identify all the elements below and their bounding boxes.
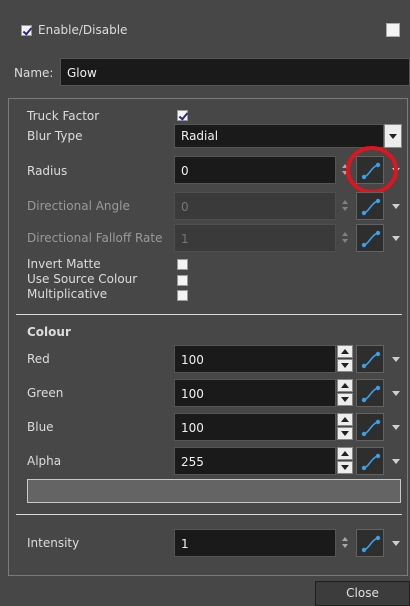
red-circle-annotation (346, 146, 398, 194)
intensity-field[interactable]: 1 (174, 529, 336, 557)
intensity-label: Intensity (27, 536, 80, 550)
use-source-colour-checkbox[interactable] (177, 275, 188, 286)
close-button[interactable]: Close (315, 581, 410, 606)
alpha-field[interactable]: 255 (174, 447, 336, 475)
alpha-label: Alpha (27, 454, 62, 468)
alpha-menu-arrow-icon[interactable] (392, 459, 400, 464)
blue-menu-arrow-icon[interactable] (392, 425, 400, 430)
directional-falloff-rate-field: 1 (174, 224, 336, 252)
blur-type-label: Blur Type (27, 129, 83, 143)
node-color-swatch[interactable] (386, 23, 400, 37)
alpha-function-curve-button[interactable] (356, 447, 384, 475)
multiplicative-label: Multiplicative (27, 287, 108, 301)
multiplicative-checkbox[interactable] (177, 290, 188, 301)
red-spinner[interactable] (336, 345, 354, 373)
invert-matte-checkbox[interactable] (177, 259, 188, 270)
green-menu-arrow-icon[interactable] (392, 391, 400, 396)
red-function-curve-button[interactable] (356, 345, 384, 373)
divider (16, 514, 402, 515)
colour-heading: Colour (27, 325, 71, 339)
directional-angle-field: 0 (174, 192, 336, 220)
invert-matte-label: Invert Matte (27, 257, 101, 271)
intensity-function-curve-button[interactable] (356, 529, 384, 557)
directional-angle-menu-arrow-icon[interactable] (392, 204, 400, 209)
blue-field[interactable]: 100 (174, 413, 336, 441)
green-field[interactable]: 100 (174, 379, 336, 407)
green-label: Green (27, 386, 64, 400)
colour-swatch[interactable] (27, 479, 401, 503)
function-curve-icon (361, 198, 381, 216)
red-label: Red (27, 352, 50, 366)
name-field[interactable]: Glow (60, 58, 410, 86)
alpha-spinner[interactable] (336, 447, 354, 475)
function-curve-icon (361, 230, 381, 248)
red-menu-arrow-icon[interactable] (392, 357, 400, 362)
green-spinner[interactable] (336, 379, 354, 407)
enable-disable-label: Enable/Disable (38, 23, 128, 37)
directional-falloff-rate-menu-arrow-icon[interactable] (392, 236, 400, 241)
function-curve-icon (361, 535, 381, 553)
name-label: Name: (14, 66, 54, 80)
directional-angle-label: Directional Angle (27, 199, 130, 213)
glow-properties-dialog: { "header": { "enable_label": "Enable/Di… (0, 0, 410, 606)
directional-angle-spinner (340, 199, 350, 213)
radius-field[interactable]: 0 (174, 156, 336, 184)
truck-factor-label: Truck Factor (27, 109, 100, 123)
directional-falloff-rate-spinner (340, 231, 350, 245)
blue-function-curve-button[interactable] (356, 413, 384, 441)
function-curve-icon (361, 385, 381, 403)
radius-label: Radius (27, 164, 68, 178)
directional-falloff-rate-function-curve-button[interactable] (356, 224, 384, 252)
function-curve-icon (361, 419, 381, 437)
directional-falloff-rate-label: Directional Falloff Rate (27, 231, 163, 245)
truck-factor-checkbox[interactable] (177, 110, 188, 121)
divider (16, 314, 402, 315)
function-curve-icon (361, 351, 381, 369)
chevron-down-icon (389, 134, 397, 139)
enable-disable-checkbox[interactable] (21, 25, 32, 36)
use-source-colour-label: Use Source Colour (27, 272, 138, 286)
directional-angle-function-curve-button[interactable] (356, 192, 384, 220)
intensity-menu-arrow-icon[interactable] (392, 541, 400, 546)
function-curve-icon (361, 453, 381, 471)
intensity-spinner[interactable] (340, 536, 350, 550)
blue-label: Blue (27, 420, 54, 434)
blue-spinner[interactable] (336, 413, 354, 441)
green-function-curve-button[interactable] (356, 379, 384, 407)
red-field[interactable]: 100 (174, 345, 336, 373)
